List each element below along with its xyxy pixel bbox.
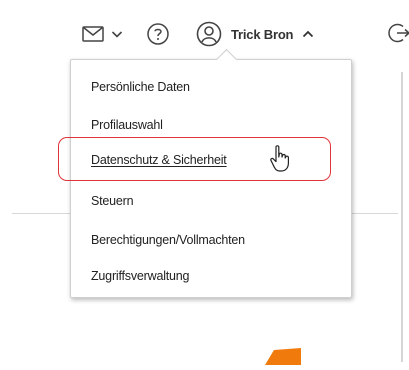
horizontal-divider	[352, 213, 398, 214]
menu-item-berechtigungen-vollmachten[interactable]: Berechtigungen/Vollmachten	[91, 231, 245, 249]
menu-item-label: Zugriffsverwaltung	[91, 269, 190, 283]
top-header: Trick Bron	[0, 0, 409, 60]
user-menu-toggle[interactable]: Trick Bron	[196, 20, 315, 48]
menu-item-zugriffsverwaltung[interactable]: Zugriffsverwaltung	[91, 267, 190, 285]
menu-item-label: Profilauswahl	[91, 118, 163, 132]
logout-icon[interactable]	[388, 21, 409, 45]
menu-item-label: Steuern	[91, 194, 134, 208]
user-name: Trick Bron	[231, 26, 294, 42]
menu-item-profilauswahl[interactable]: Profilauswahl	[91, 116, 163, 134]
page-edge-divider	[401, 72, 403, 362]
mail-icon[interactable]	[82, 26, 104, 42]
menu-item-steuern[interactable]: Steuern	[91, 192, 134, 210]
user-avatar-icon	[196, 21, 222, 47]
help-icon[interactable]	[146, 22, 170, 46]
menu-item-persoenliche-daten[interactable]: Persönliche Daten	[91, 78, 190, 96]
menu-item-label: Berechtigungen/Vollmachten	[91, 233, 245, 247]
hand-pointer-cursor-icon	[268, 144, 294, 174]
chevron-up-icon	[301, 27, 315, 41]
horizontal-divider	[12, 213, 70, 214]
menu-item-label: Persönliche Daten	[91, 80, 190, 94]
brand-accent-shape	[265, 348, 303, 365]
chevron-down-icon[interactable]	[110, 27, 124, 41]
